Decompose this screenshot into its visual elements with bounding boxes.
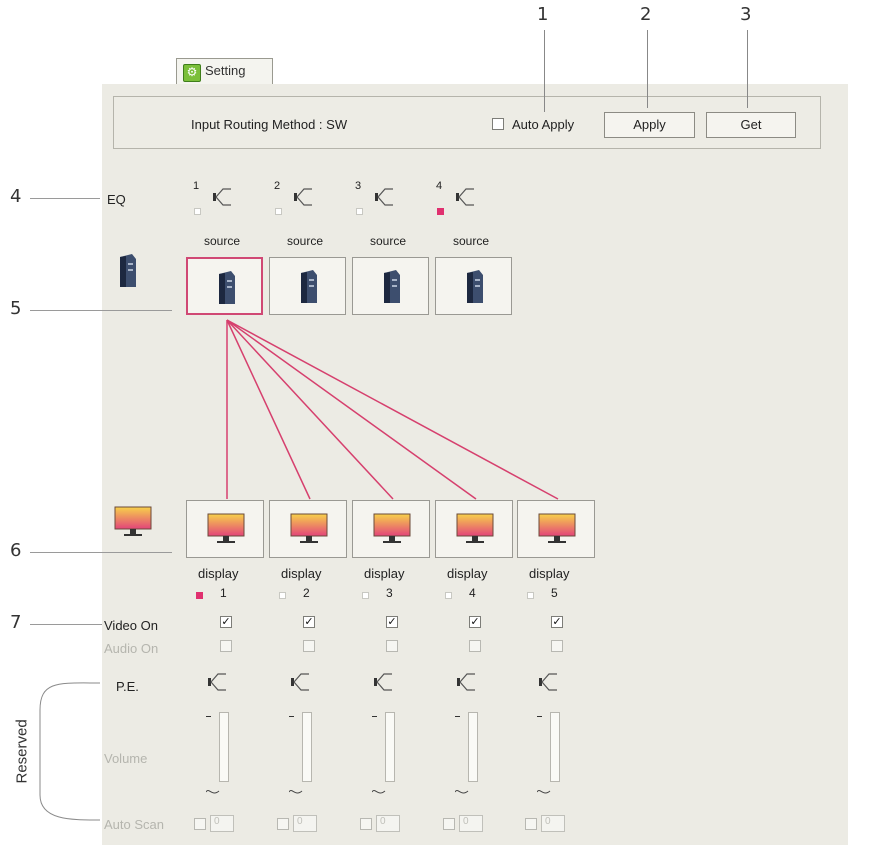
pe-switch-icon[interactable] [537,670,559,694]
volume-slider[interactable] [219,712,229,782]
display-button-1[interactable] [186,500,264,558]
video-on-label: Video On [104,618,158,633]
pe-switch-icon[interactable] [289,670,311,694]
video-on-checkbox[interactable]: ✓ [386,616,398,628]
auto-scan-label: Auto Scan [104,817,164,832]
display-number: 1 [220,586,227,600]
auto-scan-checkbox[interactable] [194,818,206,830]
volume-max-mark [372,716,377,717]
display-label: display [198,566,239,581]
auto-scan-checkbox[interactable] [360,818,372,830]
display-number: 4 [469,586,476,600]
display-monitor-icon [290,513,328,543]
reserved-label: Reserved [13,719,31,784]
routing-line [226,319,477,500]
display-monitor-icon [373,513,411,543]
audio-on-checkbox[interactable] [220,640,232,652]
volume-slider[interactable] [550,712,560,782]
volume-min-mark [454,784,469,794]
display-indicator [362,592,369,599]
routing-line [226,319,394,500]
display-number: 2 [303,586,310,600]
volume-slider[interactable] [385,712,395,782]
display-label: display [529,566,570,581]
volume-label: Volume [104,751,148,766]
volume-slider[interactable] [468,712,478,782]
auto-scan-checkbox[interactable] [277,818,289,830]
display-monitor-icon [207,513,245,543]
volume-min-mark [371,784,386,794]
display-monitor-icon [538,513,576,543]
auto-scan-input[interactable]: 0 [293,815,317,832]
volume-min-mark [205,784,220,794]
display-button-3[interactable] [352,500,430,558]
auto-scan-input[interactable]: 0 [459,815,483,832]
routing-line [226,319,559,500]
volume-min-mark [536,784,551,794]
display-monitor-icon [114,506,152,536]
routing-lines [226,319,559,500]
pe-switch-icon[interactable] [206,670,228,694]
auto-scan-input[interactable]: 0 [210,815,234,832]
video-on-checkbox[interactable]: ✓ [220,616,232,628]
display-indicator [196,592,203,599]
video-on-checkbox[interactable]: ✓ [551,616,563,628]
display-number: 5 [551,586,558,600]
pe-switch-icon[interactable] [372,670,394,694]
auto-scan-checkbox[interactable] [443,818,455,830]
video-on-checkbox[interactable]: ✓ [469,616,481,628]
auto-scan-input[interactable]: 0 [541,815,565,832]
audio-on-checkbox[interactable] [303,640,315,652]
display-number: 3 [386,586,393,600]
display-label: display [447,566,488,581]
pe-label: P.E. [116,679,139,694]
audio-on-checkbox[interactable] [551,640,563,652]
display-indicator [279,592,286,599]
auto-scan-input[interactable]: 0 [376,815,400,832]
volume-max-mark [289,716,294,717]
display-indicator [445,592,452,599]
display-label: display [281,566,322,581]
display-button-5[interactable] [517,500,595,558]
volume-min-mark [288,784,303,794]
video-on-checkbox[interactable]: ✓ [303,616,315,628]
display-button-4[interactable] [435,500,513,558]
display-indicator [527,592,534,599]
audio-on-label: Audio On [104,641,159,656]
pe-switch-icon[interactable] [455,670,477,694]
routing-line [226,319,311,500]
volume-max-mark [206,716,211,717]
volume-max-mark [455,716,460,717]
display-monitor-icon [456,513,494,543]
audio-on-checkbox[interactable] [469,640,481,652]
audio-on-checkbox[interactable] [386,640,398,652]
display-label: display [364,566,405,581]
volume-max-mark [537,716,542,717]
display-button-2[interactable] [269,500,347,558]
volume-slider[interactable] [302,712,312,782]
auto-scan-checkbox[interactable] [525,818,537,830]
